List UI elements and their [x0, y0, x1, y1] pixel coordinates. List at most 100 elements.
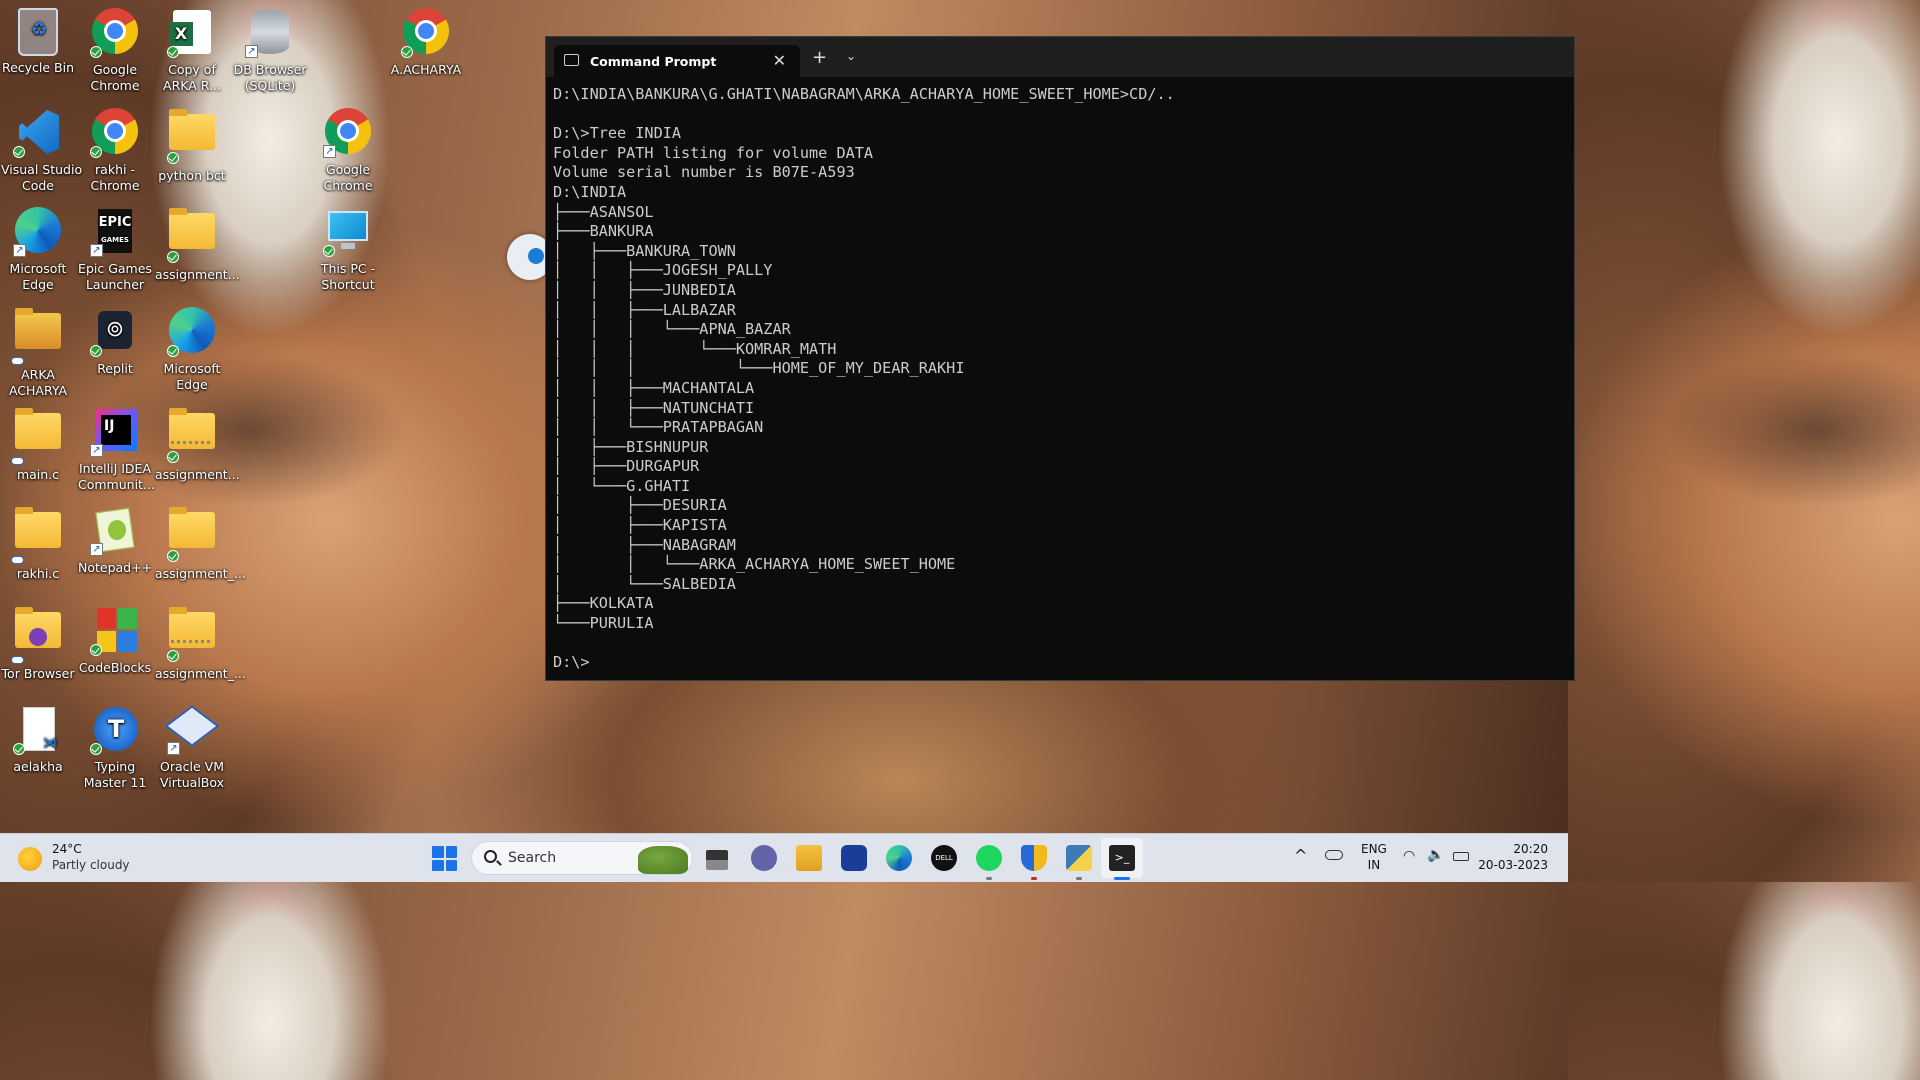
icon-label: Tor Browser	[1, 666, 75, 681]
partly-cloudy-icon	[18, 847, 42, 871]
desktop-icon-google-chrome-2[interactable]: ↗ Google Chrome	[311, 104, 385, 194]
cmd-icon	[564, 54, 579, 66]
desktop-icon-rakhi-c[interactable]: rakhi.c	[1, 502, 75, 582]
terminal-line: │ ├───DESURIA	[553, 496, 727, 515]
desktop-icon-main-c[interactable]: main.c	[1, 403, 75, 483]
desktop-icon-rakhi-chrome[interactable]: rakhi - Chrome	[78, 104, 152, 194]
terminal-line: │ ├───DURGAPUR	[553, 457, 700, 476]
tab-command-prompt[interactable]: Command Prompt ✕	[554, 45, 800, 77]
icon-label: ARKA ACHARYA	[8, 367, 68, 398]
terminal-line: ├───ASANSOL	[553, 202, 654, 221]
icon-label: Microsoft Edge	[9, 261, 67, 292]
file-explorer-icon[interactable]	[796, 845, 822, 871]
desktop-icon-typing-master[interactable]: T Typing Master 11	[78, 701, 152, 791]
desktop-icon-assignment-3[interactable]: assignment_...	[155, 502, 246, 582]
terminal-line: │ │ ├───NATUNCHATI	[553, 398, 755, 417]
desktop-icon-assignment-1[interactable]: assignment...	[155, 203, 240, 283]
microsoft-store-icon[interactable]	[841, 845, 867, 871]
start-button[interactable]	[432, 846, 457, 871]
security-shield-icon[interactable]	[1021, 845, 1047, 871]
desktop-icon-microsoft-edge-2[interactable]: Microsoft Edge	[155, 303, 229, 393]
desktop-icon-replit[interactable]: ⊚ Replit	[78, 303, 152, 377]
icon-label: Google Chrome	[90, 62, 140, 93]
clock-date: 20-03-2023	[1478, 858, 1548, 872]
terminal-line: │ │ └───PRATAPBAGAN	[553, 418, 764, 437]
notepad-plus-plus-icon: ↗	[90, 506, 140, 556]
taskbar: 24°C Partly cloudy Search DELL >_ ^ ENG …	[0, 833, 1568, 882]
desktop-icon-codeblocks[interactable]: CodeBlocks	[78, 602, 152, 676]
vscode-file-icon: ⋊	[13, 705, 63, 755]
terminal-line: │ ├───KAPISTA	[553, 516, 727, 535]
show-hidden-icons-chevron[interactable]: ^	[1294, 846, 1307, 865]
onedrive-cloud-icon[interactable]	[1325, 850, 1343, 860]
terminal-line: │ │ ├───LALBAZAR	[553, 300, 736, 319]
terminal-line: │ │ │ └───APNA_BAZAR	[553, 320, 791, 339]
search-icon	[484, 850, 497, 863]
wifi-icon[interactable]: ◠	[1403, 848, 1415, 864]
lang-code: ENG	[1361, 842, 1387, 856]
battery-icon[interactable]	[1453, 852, 1469, 861]
tab-dropdown-button[interactable]: ⌄	[846, 49, 856, 63]
terminal-line: │ │ └───ARKA_ACHARYA_HOME_SWEET_HOME	[553, 555, 956, 574]
task-view-icon[interactable]	[706, 850, 728, 870]
icon-label: Epic Games Launcher	[78, 261, 152, 292]
icon-label: Replit	[97, 361, 133, 376]
close-tab-button[interactable]: ✕	[773, 51, 786, 70]
teams-chat-icon[interactable]	[751, 845, 777, 871]
icon-label: main.c	[16, 467, 60, 482]
desktop-icon-notepad-plus-plus[interactable]: ↗ Notepad++	[78, 502, 152, 576]
weather-temp: 24°C	[52, 842, 82, 856]
desktop-icon-a-acharya[interactable]: A.ACHARYA	[389, 4, 463, 78]
active-indicator	[1114, 877, 1130, 880]
desktop-icon-assignment-4[interactable]: assignment_...	[155, 602, 246, 682]
database-icon: ↗	[245, 8, 295, 58]
terminal-taskbar-button[interactable]: >_	[1101, 838, 1143, 878]
desktop-icon-microsoft-edge[interactable]: ↗ Microsoft Edge	[1, 203, 75, 293]
terminal-line: D:\INDIA	[553, 182, 627, 201]
codeblocks-icon	[90, 606, 140, 656]
search-box[interactable]: Search	[471, 841, 693, 875]
clock[interactable]: 20:20 20-03-2023	[1478, 841, 1548, 873]
desktop-icon-assignment-2[interactable]: assignment...	[155, 403, 240, 483]
desktop-icon-python-bct[interactable]: python bct	[155, 104, 229, 184]
desktop-icon-arka-acharya[interactable]: ARKA ACHARYA	[1, 303, 75, 399]
chrome-icon	[90, 8, 140, 58]
desktop-icon-epic-games[interactable]: EPIC GAMES ↗ Epic Games Launcher	[78, 203, 152, 293]
terminal-line: D:\INDIA\BANKURA\G.GHATI\NABAGRAM\ARKA_A…	[553, 85, 1175, 103]
icon-label: Microsoft Edge	[163, 361, 221, 392]
edge-icon: ↗	[13, 207, 63, 257]
python-icon[interactable]	[1066, 845, 1092, 871]
vscode-icon	[13, 108, 63, 158]
chrome-icon	[90, 108, 140, 158]
icon-label: assignment...	[155, 267, 240, 282]
desktop-icon-this-pc[interactable]: This PC - Shortcut	[311, 203, 385, 293]
desktop-icon-aelakha[interactable]: ⋊ aelakha	[1, 701, 75, 775]
desktop-icon-db-browser[interactable]: ↗ DB Browser (SQLite)	[233, 4, 307, 94]
running-indicator	[1076, 877, 1082, 880]
desktop-icon-google-chrome[interactable]: Google Chrome	[78, 4, 152, 94]
icon-label: Google Chrome	[323, 162, 373, 193]
icon-label: rakhi - Chrome	[90, 162, 140, 193]
spotify-icon[interactable]	[976, 845, 1002, 871]
dell-icon[interactable]: DELL	[931, 845, 957, 871]
desktop-icon-intellij[interactable]: IJ ↗ IntelliJ IDEA Communit...	[78, 403, 155, 493]
language-indicator[interactable]: ENG IN	[1361, 841, 1387, 873]
desktop-icon-excel-copy[interactable]: X Copy of ARKA R...	[155, 4, 229, 94]
epic-games-icon: EPIC GAMES ↗	[90, 207, 140, 257]
icon-label: Typing Master 11	[83, 759, 147, 790]
terminal-line: │ └───SALBEDIA	[553, 574, 736, 593]
desktop-icon-vscode[interactable]: Visual Studio Code	[1, 104, 82, 194]
terminal-window[interactable]: Command Prompt ✕ + ⌄ D:\INDIA\BANKURA\G.…	[545, 36, 1575, 681]
monitor-icon	[323, 207, 373, 257]
desktop-icon-recycle-bin[interactable]: ♻ Recycle Bin	[1, 4, 75, 76]
icon-label: aelakha	[13, 759, 63, 774]
volume-icon[interactable]: 🔈	[1427, 847, 1444, 863]
edge-icon[interactable]	[886, 845, 912, 871]
desktop-icon-tor-browser[interactable]: Tor Browser	[1, 602, 75, 682]
icon-label: CodeBlocks	[78, 660, 152, 675]
terminal-line: │ ├───NABAGRAM	[553, 535, 736, 554]
desktop-icon-virtualbox[interactable]: ↗ Oracle VM VirtualBox	[155, 701, 229, 791]
terminal-output[interactable]: D:\INDIA\BANKURA\G.GHATI\NABAGRAM\ARKA_A…	[546, 77, 1574, 673]
zip-folder-icon	[167, 607, 217, 662]
new-tab-button[interactable]: +	[812, 47, 827, 68]
